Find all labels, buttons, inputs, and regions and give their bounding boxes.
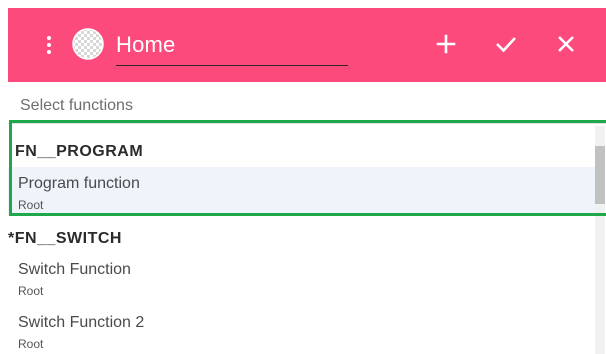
item-name: Program function [18,175,140,192]
plus-icon[interactable] [432,30,460,58]
item-subtitle: Root [18,198,44,212]
list-item[interactable]: Switch Function 2 Root [8,307,596,354]
item-subtitle: Root [18,284,44,298]
item-name: Switch Function 2 [18,314,145,331]
function-selector-dialog: Home FN__PROGRAM Program function Root *… [8,8,606,354]
search-bar [8,88,606,124]
list-item[interactable]: Program function Root [8,167,596,216]
list-item[interactable]: Switch Function Root [8,254,596,304]
title-field[interactable]: Home [116,22,348,66]
group-header: *FN__SWITCH [8,230,122,247]
item-subtitle: Root [18,337,44,351]
check-icon[interactable] [492,30,520,58]
page-title: Home [116,32,176,57]
function-list: FN__PROGRAM Program function Root *FN__S… [8,124,606,354]
toolbar: Home [8,8,606,82]
more-vert-icon[interactable] [42,32,56,58]
scrollbar-thumb[interactable] [595,146,605,204]
item-name: Switch Function [18,261,131,278]
search-input[interactable] [20,93,590,119]
checkered-globe-icon [72,28,104,60]
close-icon[interactable] [552,30,580,58]
group-header: FN__PROGRAM [15,143,144,160]
